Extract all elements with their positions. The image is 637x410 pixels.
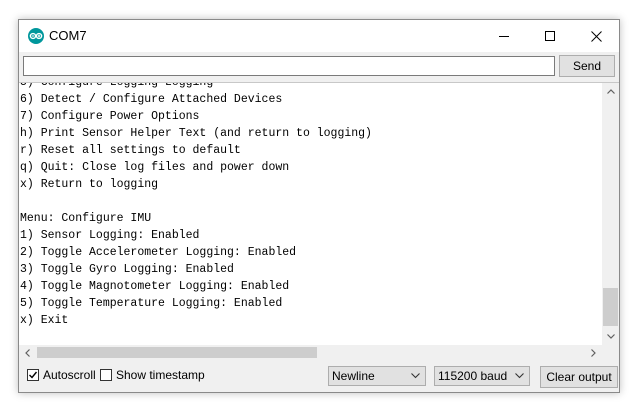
baud-rate-select[interactable]: 115200 baud <box>434 366 530 386</box>
chevron-right-icon <box>591 348 596 357</box>
checkmark-icon <box>29 371 38 379</box>
timestamp-toggle[interactable]: Show timestamp <box>100 368 205 382</box>
log-line: 1) Sensor Logging: Enabled <box>20 229 200 242</box>
window-title: COM7 <box>49 28 87 43</box>
chevron-left-icon <box>25 348 30 357</box>
autoscroll-label: Autoscroll <box>43 368 96 382</box>
arduino-logo-icon <box>27 28 45 44</box>
scroll-right-button[interactable] <box>585 345 602 360</box>
log-line: 3) Toggle Gyro Logging: Enabled <box>20 263 234 276</box>
clear-output-button[interactable]: Clear output <box>540 366 618 388</box>
scroll-down-button[interactable] <box>602 328 619 345</box>
timestamp-checkbox[interactable] <box>100 369 112 381</box>
scroll-up-button[interactable] <box>602 83 619 100</box>
baud-rate-value: 115200 baud <box>438 369 508 383</box>
chevron-up-icon <box>606 89 615 94</box>
log-line: r) Reset all settings to default <box>20 144 241 157</box>
serial-output-area: 5) Configure Logging Logging 6) Detect / … <box>19 82 619 361</box>
command-row: Send <box>19 52 619 82</box>
log-line: h) Print Sensor Helper Text (and return … <box>20 127 372 140</box>
title-bar: COM7 <box>19 20 619 52</box>
maximize-icon <box>545 31 555 41</box>
autoscroll-checkbox[interactable] <box>27 369 39 381</box>
maximize-button[interactable] <box>527 20 573 52</box>
timestamp-label: Show timestamp <box>116 368 205 382</box>
log-line: 6) Detect / Configure Attached Devices <box>20 93 283 106</box>
log-line: 7) Configure Power Options <box>20 110 200 123</box>
send-button[interactable]: Send <box>559 55 615 77</box>
close-button[interactable] <box>573 20 619 52</box>
autoscroll-toggle[interactable]: Autoscroll <box>27 368 96 382</box>
scrollbar-corner <box>602 345 619 360</box>
serial-monitor-window: COM7 Send 5) Configure Logging Logging 6)… <box>18 19 620 393</box>
log-line: Menu: Configure IMU <box>20 212 152 225</box>
status-bar: Autoscroll Show timestamp Newline 115200… <box>19 360 619 392</box>
vertical-scrollbar[interactable] <box>602 83 619 345</box>
log-line: 5) Toggle Temperature Logging: Enabled <box>20 297 283 310</box>
horizontal-scrollbar[interactable] <box>19 345 602 360</box>
chevron-down-icon <box>411 373 420 379</box>
vertical-scroll-thumb[interactable] <box>603 288 618 326</box>
log-line: x) Exit <box>20 314 69 327</box>
command-input[interactable] <box>23 56 555 76</box>
log-line: 4) Toggle Magnotometer Logging: Enabled <box>20 280 290 293</box>
log-line: x) Return to logging <box>20 178 159 191</box>
close-icon <box>590 30 602 42</box>
minimize-button[interactable] <box>481 20 527 52</box>
chevron-down-icon <box>606 334 615 339</box>
log-line: q) Quit: Close log files and power down <box>20 161 290 174</box>
horizontal-scroll-thumb[interactable] <box>37 347 317 358</box>
scroll-left-button[interactable] <box>19 345 36 360</box>
line-ending-select[interactable]: Newline <box>328 366 426 386</box>
chevron-down-icon <box>515 373 524 379</box>
serial-output-text[interactable]: 5) Configure Logging Logging 6) Detect / … <box>20 83 600 345</box>
minimize-icon <box>499 36 509 37</box>
log-line: 5) Configure Logging Logging <box>20 83 372 91</box>
log-line: 2) Toggle Accelerometer Logging: Enabled <box>20 246 297 259</box>
line-ending-value: Newline <box>332 369 375 383</box>
